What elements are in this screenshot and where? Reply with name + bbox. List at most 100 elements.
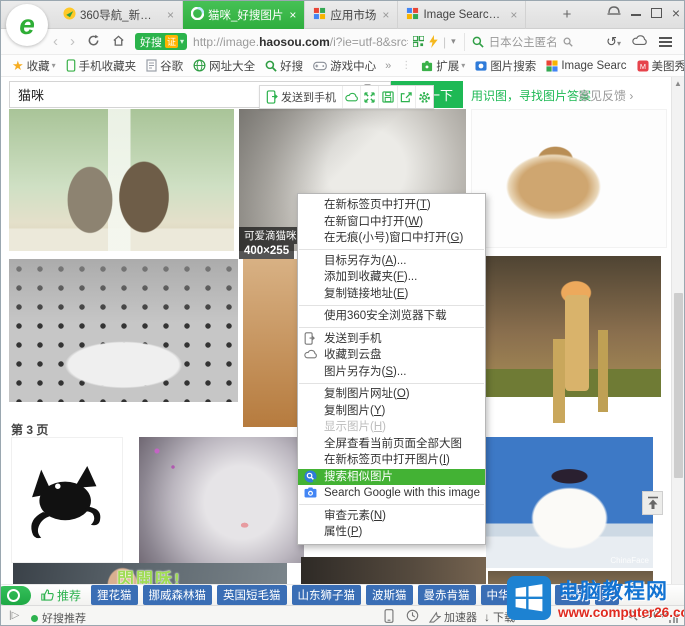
cloud-sync-icon[interactable] — [632, 34, 648, 49]
menu-item[interactable]: 在新标签页中打开(T) — [298, 197, 485, 214]
scroll-up-arrow[interactable]: ▲ — [674, 79, 682, 88]
save-image-button[interactable] — [378, 86, 396, 108]
bookmark-item-camblue[interactable]: 图片搜索 — [470, 58, 541, 74]
menu-item[interactable]: 复制链接地址(E) — [298, 286, 485, 303]
bookmark-label: 图片搜索 — [490, 58, 536, 74]
menu-item[interactable]: Search Google with this image — [298, 485, 485, 502]
recommend-button[interactable]: 推荐 — [41, 587, 81, 604]
back-button[interactable]: ‹ — [47, 34, 64, 49]
image-result-black-cat-art[interactable] — [11, 437, 123, 563]
image-result-kittens-windowsill[interactable] — [9, 109, 234, 251]
image-result-sleeping-kitten[interactable] — [139, 437, 304, 563]
image-recognition-tip[interactable]: 用识图，寻找图片答案 — [471, 87, 591, 104]
bookmark-label: 扩展 — [436, 58, 459, 74]
bookmark-item-doc[interactable]: 谷歌 — [141, 58, 188, 74]
recommend-label: 推荐 — [57, 587, 81, 604]
bookmark-label: 游戏中心 — [330, 58, 376, 74]
home-button[interactable] — [106, 34, 131, 50]
tab-item[interactable]: 应用市场× — [305, 1, 398, 29]
lightning-boost-icon[interactable] — [429, 35, 438, 48]
menu-item[interactable]: 全屏查看当前页面全部大图 — [298, 436, 485, 453]
scrollbar-thumb[interactable] — [674, 293, 683, 478]
send-to-phone-button[interactable]: 发送到手机 — [260, 86, 342, 108]
search-icon[interactable] — [563, 37, 573, 47]
close-window-button[interactable]: × — [672, 6, 680, 20]
image-result-kitten-litter[interactable] — [9, 259, 238, 402]
qr-code-icon[interactable] — [413, 36, 424, 47]
image-result-tabby-crouching[interactable] — [471, 109, 667, 248]
restore-session-icon[interactable]: ↺▾ — [606, 34, 621, 50]
address-url[interactable]: http://image.haosou.com/i?ie=utf-8&src=h… — [193, 35, 408, 49]
menu-item[interactable]: 目标另存为(A)... — [298, 253, 485, 270]
camblue-icon — [475, 60, 487, 72]
accelerator-button[interactable]: 加速器 — [429, 609, 477, 625]
theme-hat-icon[interactable] — [607, 5, 621, 20]
bookmark-item-colors[interactable]: Image Searc — [541, 60, 631, 72]
tab-item[interactable]: 360导航_新一代安全上× — [55, 1, 183, 29]
related-tag[interactable]: 英国短毛猫 — [217, 585, 287, 605]
bookmark-item-qsearch[interactable]: 好搜 — [260, 58, 308, 74]
related-tag[interactable]: 曼赤肯猫 — [418, 585, 476, 605]
image-result-scratching-post[interactable] — [484, 256, 661, 397]
tab-item[interactable]: Image Search by Coc× — [398, 1, 526, 29]
search-suggestion-text: 日本公主匿名 — [489, 34, 558, 50]
sidebar-expand-icon[interactable]: |▷ — [9, 610, 19, 621]
site-identity-badge[interactable]: 好搜 证 ▾ — [135, 33, 187, 50]
history-clock-icon[interactable] — [406, 609, 419, 622]
haosou-recommend-status[interactable]: 好搜推荐 — [31, 610, 86, 626]
menu-hamburger-icon[interactable] — [659, 35, 672, 49]
tab-active[interactable]: 猫咪_好搜图片× — [183, 1, 305, 29]
related-tag[interactable]: 挪威森林猫 — [143, 585, 213, 605]
menu-item[interactable]: 图片另存为(S)... — [298, 364, 485, 381]
green-dot-icon — [31, 615, 38, 622]
scrollbar[interactable]: ▲ — [671, 77, 684, 605]
download-arrow-icon: ↓ — [484, 610, 490, 624]
toolbar-search-field[interactable]: 日本公主匿名 — [464, 33, 573, 51]
menu-item[interactable]: 搜索相似图片 — [298, 469, 485, 486]
menu-item[interactable]: 添加到收藏夹(F)... — [298, 269, 485, 286]
image-result-partial-dark[interactable] — [301, 557, 486, 584]
menu-item[interactable]: 在新窗口中打开(W) — [298, 214, 485, 231]
menu-item[interactable]: 收藏到云盘 — [298, 347, 485, 364]
menu-item[interactable]: 复制图片(Y) — [298, 403, 485, 420]
bookmark-item-gamepad[interactable]: 游戏中心 — [308, 58, 381, 74]
minimize-button[interactable] — [631, 9, 641, 16]
floating-ball-icon[interactable] — [0, 586, 31, 605]
menu-item[interactable]: 发送到手机 — [298, 331, 485, 348]
phone-status-icon[interactable] — [384, 609, 394, 623]
bookmark-item-star[interactable]: ★收藏▾ — [7, 58, 61, 74]
bookmark-item-phone[interactable]: 手机收藏夹 — [61, 58, 142, 74]
resize-image-button[interactable] — [360, 86, 378, 108]
related-tag[interactable]: 波斯猫 — [366, 585, 413, 605]
related-tag[interactable]: 狸花猫 — [91, 585, 138, 605]
tab-close-button[interactable]: × — [287, 9, 298, 21]
tab-close-button[interactable]: × — [380, 9, 391, 21]
tab-close-button[interactable]: × — [165, 9, 176, 21]
share-image-button[interactable] — [397, 86, 415, 108]
feedback-link[interactable]: 意见反馈 › — [578, 87, 633, 104]
menu-item[interactable]: 在无痕(小号)窗口中打开(G) — [298, 230, 485, 247]
bookmarks-overflow-icon[interactable]: » — [381, 60, 395, 72]
accelerator-icon — [429, 611, 441, 623]
url-dropdown-icon[interactable]: ▾ — [451, 36, 456, 47]
menu-item[interactable]: 属性(P) — [298, 524, 485, 541]
refresh-button[interactable] — [81, 34, 106, 50]
menu-item[interactable]: 在新标签页中打开图片(I) — [298, 452, 485, 469]
bookmark-item-meitu[interactable]: M美图秀秀网 — [632, 58, 685, 74]
bookmark-item-puzzle[interactable]: 扩展▾ — [416, 58, 470, 74]
new-tab-button[interactable]: + — [559, 7, 575, 23]
bookmark-item-globe[interactable]: 网址大全 — [188, 58, 260, 74]
forward-button[interactable]: › — [64, 34, 81, 49]
save-to-cloud-button[interactable] — [342, 86, 360, 108]
maximize-button[interactable] — [651, 8, 662, 18]
image-settings-button[interactable] — [415, 86, 433, 108]
menu-item[interactable]: 复制图片网址(O) — [298, 386, 485, 403]
related-tag[interactable]: 山东狮子猫 — [292, 585, 362, 605]
menu-item[interactable]: 使用360安全浏览器下载 — [298, 308, 485, 325]
tab-close-button[interactable]: × — [508, 9, 519, 21]
image-result-cat-berry-hat[interactable]: ChinaFace — [486, 437, 653, 568]
navigation-bar: ‹ › 好搜 证 ▾ http://image.haosou.com/i?ie=… — [1, 29, 685, 55]
menu-item-label: 在新标签页中打开(T) — [324, 199, 431, 211]
back-to-top-button[interactable] — [642, 491, 663, 515]
menu-item[interactable]: 审查元素(N) — [298, 508, 485, 525]
